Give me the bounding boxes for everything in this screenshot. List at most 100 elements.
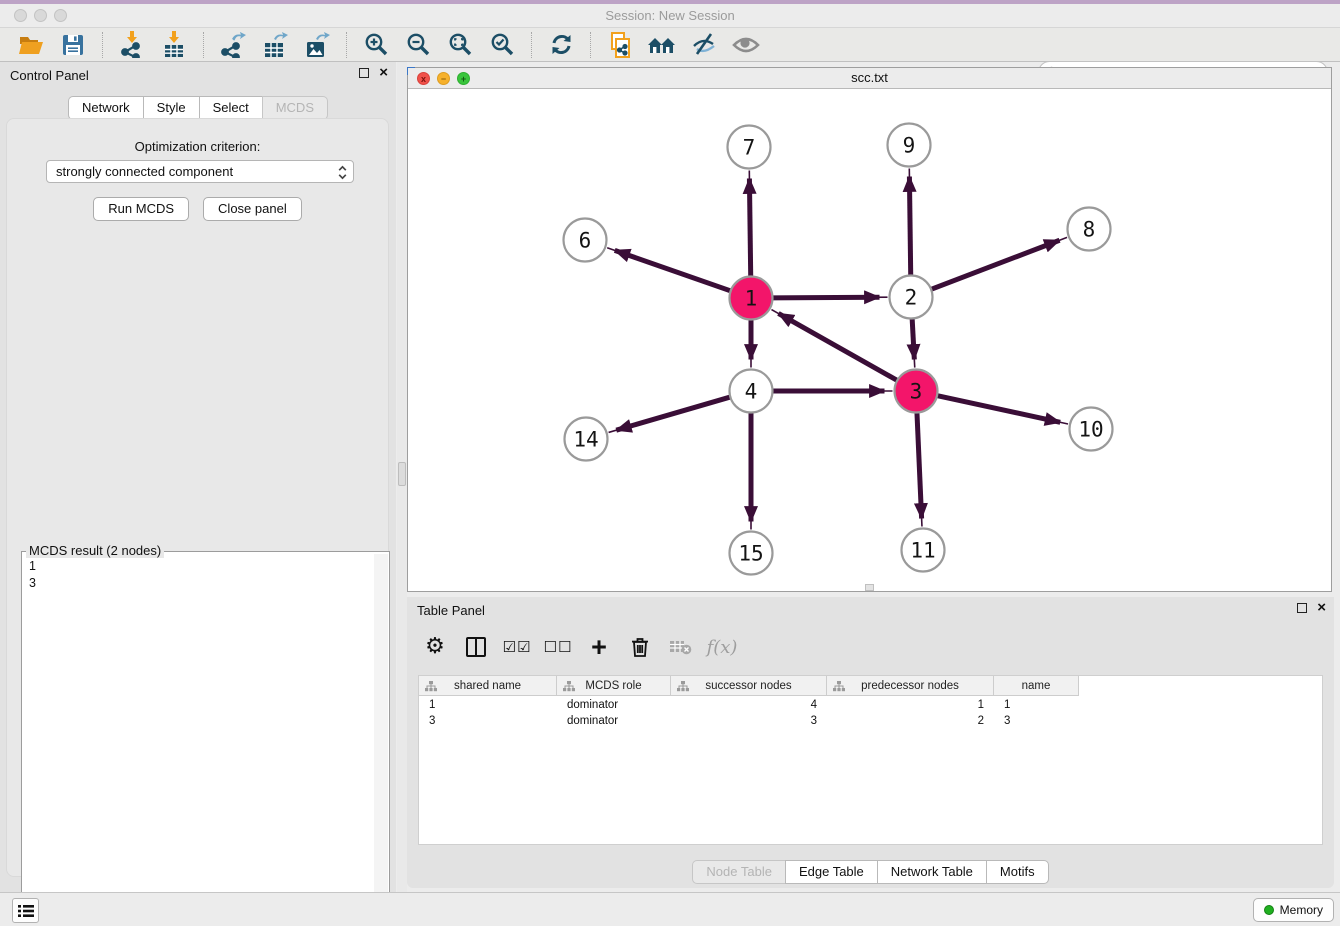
- tree-icon: [677, 681, 689, 692]
- graph-node-7[interactable]: 7: [728, 126, 771, 169]
- column-header-predecessor-nodes[interactable]: predecessor nodes: [827, 676, 994, 696]
- export-table-icon[interactable]: [260, 31, 290, 59]
- edge-1-2[interactable]: [770, 297, 879, 298]
- open-file-icon[interactable]: [16, 31, 46, 59]
- table-cell[interactable]: dominator: [557, 713, 671, 729]
- clone-network-icon[interactable]: [605, 31, 635, 59]
- criterion-dropdown[interactable]: strongly connected component: [46, 160, 354, 183]
- network-window-titlebar[interactable]: x − + scc.txt: [408, 68, 1331, 89]
- criterion-value: strongly connected component: [56, 164, 233, 179]
- network-resize-handle[interactable]: [865, 584, 874, 591]
- save-session-icon[interactable]: [58, 31, 88, 59]
- table-row[interactable]: 1dominator411: [419, 697, 1079, 713]
- table-cell[interactable]: 1: [827, 697, 994, 713]
- close-panel-icon[interactable]: ×: [1317, 603, 1326, 613]
- panel-splitter[interactable]: [397, 62, 407, 892]
- tab-network[interactable]: Network: [68, 96, 143, 120]
- network-canvas[interactable]: 7 9 6 8 1 2 4 3 14 10 15 11: [408, 89, 1331, 591]
- export-network-icon[interactable]: [218, 31, 248, 59]
- node-table[interactable]: shared nameMCDS rolesuccessor nodesprede…: [418, 675, 1323, 845]
- mcds-result-lines: 1 3: [29, 558, 36, 592]
- columns-icon[interactable]: [460, 632, 492, 662]
- first-neighbors-icon[interactable]: [647, 31, 677, 59]
- tab-edge-table[interactable]: Edge Table: [785, 860, 877, 884]
- network-minimize-button[interactable]: −: [437, 72, 450, 85]
- export-image-icon[interactable]: [302, 31, 332, 59]
- function-builder-icon[interactable]: f(x): [706, 632, 738, 662]
- tab-mcds[interactable]: MCDS: [262, 96, 328, 120]
- zoom-in-icon[interactable]: [361, 31, 391, 59]
- refresh-icon[interactable]: [546, 31, 576, 59]
- tab-node-table[interactable]: Node Table: [692, 860, 785, 884]
- close-panel-button[interactable]: Close panel: [203, 197, 302, 221]
- graph-node-14[interactable]: 14: [565, 418, 608, 461]
- edge-2-3[interactable]: [912, 316, 914, 359]
- table-cell[interactable]: 3: [994, 713, 1079, 729]
- zoom-fit-icon[interactable]: [445, 31, 475, 59]
- tab-select[interactable]: Select: [199, 96, 262, 120]
- column-header-MCDS-role[interactable]: MCDS role: [557, 676, 671, 696]
- column-header-successor-nodes[interactable]: successor nodes: [671, 676, 827, 696]
- zoom-selected-icon[interactable]: [487, 31, 517, 59]
- table-cell[interactable]: 2: [827, 713, 994, 729]
- edge-3-1[interactable]: [778, 313, 899, 381]
- table-cell[interactable]: 3: [671, 713, 827, 729]
- graph-node-15[interactable]: 15: [730, 532, 773, 575]
- select-all-icon[interactable]: ☑☑: [501, 632, 533, 662]
- svg-text:9: 9: [903, 134, 916, 158]
- delete-table-icon[interactable]: [665, 632, 697, 662]
- graph-node-2[interactable]: 2: [890, 276, 933, 319]
- minimize-window-button[interactable]: [34, 9, 47, 22]
- edge-2-8[interactable]: [929, 240, 1059, 290]
- delete-column-icon[interactable]: [624, 632, 656, 662]
- edge-2-9[interactable]: [909, 176, 910, 277]
- svg-text:11: 11: [910, 539, 935, 563]
- graph-node-6[interactable]: 6: [564, 219, 607, 262]
- table-row[interactable]: 3dominator323: [419, 713, 1079, 729]
- tab-style[interactable]: Style: [143, 96, 199, 120]
- edge-3-11[interactable]: [917, 410, 922, 518]
- deselect-all-icon[interactable]: ☐☐: [542, 632, 574, 662]
- network-maximize-button[interactable]: +: [457, 72, 470, 85]
- close-window-button[interactable]: [14, 9, 27, 22]
- settings-gear-icon[interactable]: ⚙: [419, 632, 451, 662]
- maximize-window-button[interactable]: [54, 9, 67, 22]
- hide-selected-icon[interactable]: [689, 31, 719, 59]
- column-header-name[interactable]: name: [994, 676, 1079, 696]
- edge-1-6[interactable]: [615, 250, 733, 291]
- edge-4-14[interactable]: [616, 396, 732, 430]
- graph-node-1[interactable]: 1: [730, 277, 773, 320]
- graph-node-11[interactable]: 11: [902, 529, 945, 572]
- graph-node-8[interactable]: 8: [1068, 208, 1111, 251]
- mcds-result-title: MCDS result (2 nodes): [26, 543, 164, 558]
- graph-node-3[interactable]: 3: [895, 370, 938, 413]
- mcds-result-scrollbar[interactable]: [374, 554, 388, 923]
- add-column-icon[interactable]: +: [583, 632, 615, 662]
- import-network-icon[interactable]: [117, 31, 147, 59]
- float-panel-icon[interactable]: [1297, 603, 1307, 613]
- toolbar-separator: [203, 32, 204, 58]
- show-all-icon[interactable]: [731, 31, 761, 59]
- table-cell[interactable]: dominator: [557, 697, 671, 713]
- close-panel-icon[interactable]: ×: [379, 68, 388, 78]
- table-cell[interactable]: 1: [994, 697, 1079, 713]
- edge-1-7[interactable]: [749, 178, 750, 278]
- task-history-button[interactable]: [12, 898, 39, 923]
- import-table-icon[interactable]: [159, 31, 189, 59]
- graph-node-10[interactable]: 10: [1070, 408, 1113, 451]
- splitter-grip[interactable]: [398, 462, 406, 486]
- tab-network-table[interactable]: Network Table: [877, 860, 986, 884]
- table-cell[interactable]: 3: [419, 713, 557, 729]
- graph-node-4[interactable]: 4: [730, 370, 773, 413]
- edge-3-10[interactable]: [935, 395, 1060, 422]
- column-header-shared-name[interactable]: shared name: [419, 676, 557, 696]
- run-mcds-button[interactable]: Run MCDS: [93, 197, 189, 221]
- memory-button[interactable]: Memory: [1253, 898, 1334, 922]
- graph-node-9[interactable]: 9: [888, 124, 931, 167]
- tab-motifs[interactable]: Motifs: [986, 860, 1049, 884]
- network-close-button[interactable]: x: [417, 72, 430, 85]
- table-cell[interactable]: 1: [419, 697, 557, 713]
- zoom-out-icon[interactable]: [403, 31, 433, 59]
- float-panel-icon[interactable]: [359, 68, 369, 78]
- table-cell[interactable]: 4: [671, 697, 827, 713]
